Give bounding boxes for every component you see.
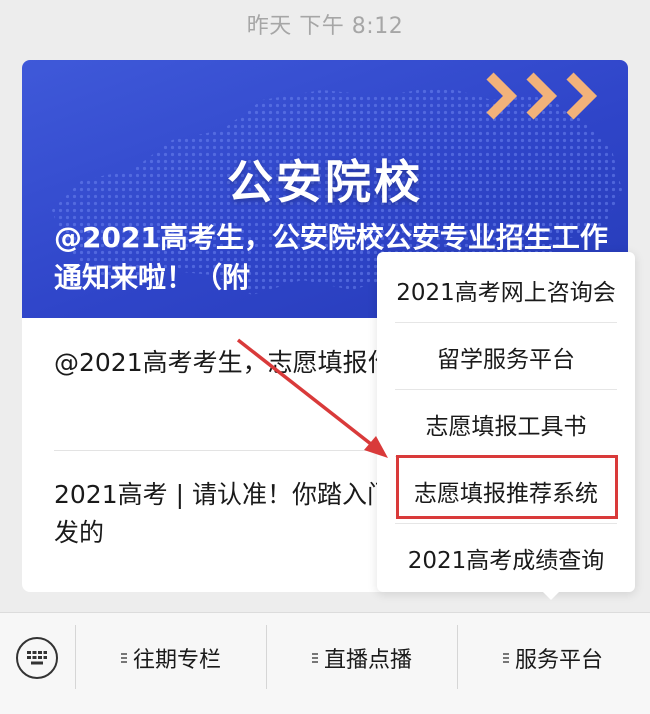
menu-pointer <box>541 590 561 600</box>
menu-tab-live-vod[interactable]: 直播点播 <box>267 613 457 703</box>
keyboard-icon[interactable] <box>16 637 58 679</box>
menu-lines-icon <box>120 651 127 665</box>
menu-tab-label: 往期专栏 <box>132 648 221 673</box>
menu-tab-service-platform[interactable]: 服务平台 <box>458 613 648 703</box>
menu-item-exam-consultation[interactable]: 2021高考网上咨询会 <box>377 256 635 323</box>
menu-item-score-lookup[interactable]: 2021高考成绩查询 <box>377 524 635 591</box>
menu-tab-past-columns[interactable]: 往期专栏 <box>76 613 266 703</box>
message-timestamp: 昨天 下午 8:12 <box>246 14 404 39</box>
menu-item-application-recommendation[interactable]: 志愿填报推荐系统 <box>377 457 635 524</box>
menu-lines-icon <box>502 651 509 665</box>
chevrons-right-icon <box>486 72 598 120</box>
menu-bar: 往期专栏 直播点播 服务平台 <box>0 612 650 714</box>
menu-lines-icon <box>311 651 318 665</box>
menu-item-application-guidebook[interactable]: 志愿填报工具书 <box>377 390 635 457</box>
menu-tab-label: 服务平台 <box>514 648 603 673</box>
banner-heading: 公安院校 <box>227 155 423 209</box>
menu-tab-label: 直播点播 <box>323 648 412 673</box>
service-platform-menu: 2021高考网上咨询会 留学服务平台 志愿填报工具书 志愿填报推荐系统 2021… <box>377 252 635 592</box>
menu-item-study-abroad[interactable]: 留学服务平台 <box>377 323 635 390</box>
